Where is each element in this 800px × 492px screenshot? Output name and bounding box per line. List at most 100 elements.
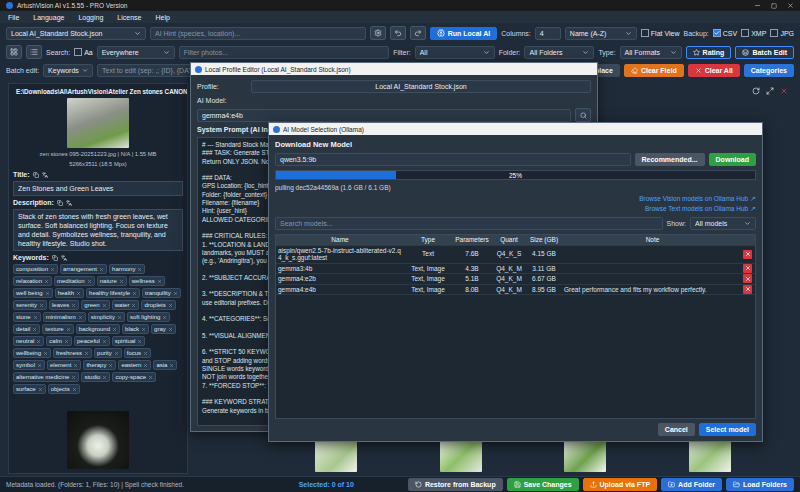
keyword-tag[interactable]: health [55, 288, 84, 298]
remove-icon[interactable] [131, 303, 136, 308]
photo-thumbnail[interactable] [689, 440, 731, 472]
keyword-tag[interactable]: soft lighting [127, 312, 170, 322]
table-row[interactable]: aispin/qwen2.5-7b-instruct-abliterated-v… [276, 246, 755, 264]
keyword-tag[interactable]: asia [153, 360, 177, 370]
remove-icon[interactable] [119, 279, 124, 284]
remove-icon[interactable] [141, 327, 146, 332]
rating-button[interactable]: Rating [686, 46, 732, 59]
remove-icon[interactable] [112, 327, 117, 332]
remove-icon[interactable] [50, 267, 55, 272]
keyword-tag[interactable]: detail [13, 324, 40, 334]
keyword-tag[interactable]: harmony [109, 264, 145, 274]
list-view-button[interactable] [26, 45, 42, 59]
keyword-tag[interactable]: freshness [53, 348, 92, 358]
remove-icon[interactable] [66, 327, 71, 332]
remove-icon[interactable] [72, 387, 77, 392]
remove-icon[interactable] [102, 339, 107, 344]
table-row[interactable]: gemma4:e4bText, Image8.0BQ4_K_M8.95 GBGr… [276, 285, 755, 296]
folder-select[interactable]: All Folders [524, 46, 594, 59]
select-model-button[interactable]: Select model [699, 423, 756, 436]
download-button[interactable]: Download [709, 153, 756, 166]
show-filter-select[interactable]: All models [690, 217, 756, 230]
keyword-tag[interactable]: texture [42, 324, 73, 334]
ollama-hub-link[interactable]: Browse Text models on Ollama Hub ↗ [645, 205, 756, 213]
remove-icon[interactable] [143, 363, 148, 368]
menu-item[interactable]: Language [33, 14, 64, 21]
remove-icon[interactable] [73, 363, 78, 368]
remove-icon[interactable] [76, 291, 81, 296]
search-models-input[interactable]: Search models... [275, 217, 663, 230]
keyword-tag[interactable]: minimalism [43, 312, 86, 322]
undo-button[interactable] [390, 26, 406, 40]
status-action-button[interactable]: Save Changes [507, 478, 579, 491]
status-action-button[interactable]: Restore from Backup [408, 478, 503, 491]
keyword-tag[interactable]: well being [13, 288, 53, 298]
keyword-tag[interactable]: spiritual [112, 336, 146, 346]
remove-icon[interactable] [71, 375, 76, 380]
refresh-icon[interactable] [752, 87, 760, 95]
keyword-tag[interactable]: healthy lifestyle [86, 288, 140, 298]
keyword-tag[interactable]: element [47, 360, 81, 370]
batch-action-button[interactable]: Clear All [688, 64, 740, 77]
remove-icon[interactable] [78, 315, 83, 320]
recommended-button[interactable]: Recommended... [635, 153, 705, 166]
keyword-tag[interactable]: water [112, 300, 140, 310]
keyword-tag[interactable]: studio [81, 372, 110, 382]
settings-button[interactable] [370, 26, 386, 40]
keyword-tag[interactable]: leaves [49, 300, 79, 310]
keyword-tag[interactable]: therapy [83, 360, 116, 370]
keyword-tag[interactable]: objects [48, 384, 80, 394]
close-icon[interactable] [780, 87, 788, 95]
keyword-tag[interactable]: calm [46, 336, 72, 346]
batch-action-button[interactable]: Clear Field [624, 64, 684, 77]
remove-icon[interactable] [143, 351, 148, 356]
remove-icon[interactable] [162, 315, 167, 320]
remove-icon[interactable] [33, 315, 38, 320]
remove-icon[interactable] [102, 303, 107, 308]
close-icon[interactable] [787, 2, 794, 9]
keyword-tag[interactable]: eastern [118, 360, 151, 370]
batch-action-button[interactable]: Categories [744, 64, 794, 77]
copy-icon[interactable] [52, 255, 58, 261]
remove-icon[interactable] [43, 351, 48, 356]
status-action-button[interactable]: Upload via FTP [583, 478, 658, 491]
keyword-tag[interactable]: meditation [54, 276, 95, 286]
title-input[interactable]: Zen Stones and Green Leaves [13, 181, 183, 196]
profile-select[interactable]: Local AI_Standard Stock.json [6, 27, 146, 40]
menu-item[interactable]: Help [156, 14, 170, 21]
keyword-tag[interactable]: composition [13, 264, 58, 274]
keyword-tag[interactable]: wellbeing [13, 348, 51, 358]
backup-checkbox[interactable]: XMP [741, 29, 766, 37]
menu-item[interactable]: Logging [78, 14, 103, 21]
remove-icon[interactable] [39, 303, 44, 308]
copy-icon[interactable] [57, 200, 63, 206]
match-case-checkbox[interactable]: Aa [74, 48, 93, 56]
keyword-tag[interactable]: stone [13, 312, 41, 322]
remove-icon[interactable] [137, 339, 142, 344]
remove-icon[interactable] [87, 279, 92, 284]
keyword-tag[interactable]: relaxation [13, 276, 52, 286]
remove-icon[interactable] [169, 363, 174, 368]
run-local-ai-button[interactable]: Run Local AI [430, 27, 498, 40]
photo-thumbnail[interactable] [440, 440, 482, 472]
menu-item[interactable]: License [117, 14, 141, 21]
remove-icon[interactable] [38, 387, 43, 392]
photo-thumbnail[interactable] [315, 440, 357, 472]
keyword-tag[interactable]: copy-space [112, 372, 156, 382]
expand-icon[interactable] [766, 87, 774, 95]
redo-button[interactable] [410, 26, 426, 40]
cancel-button[interactable]: Cancel [658, 423, 695, 436]
keyword-tag[interactable]: droplets [141, 300, 175, 310]
remove-icon[interactable] [71, 303, 76, 308]
browse-models-button[interactable] [575, 108, 591, 122]
remove-icon[interactable] [132, 291, 137, 296]
keyword-tag[interactable]: tranquility [142, 288, 181, 298]
columns-input[interactable]: 4 [535, 27, 561, 40]
keyword-tag[interactable]: alternative medicine [13, 372, 79, 382]
remove-icon[interactable] [102, 375, 107, 380]
photo-thumbnail[interactable] [67, 98, 129, 148]
remove-icon[interactable] [108, 363, 113, 368]
remove-icon[interactable] [64, 339, 69, 344]
batch-field-select[interactable]: Keywords [43, 64, 93, 77]
ollama-hub-link[interactable]: Browse Vision models on Ollama Hub ↗ [639, 195, 756, 203]
